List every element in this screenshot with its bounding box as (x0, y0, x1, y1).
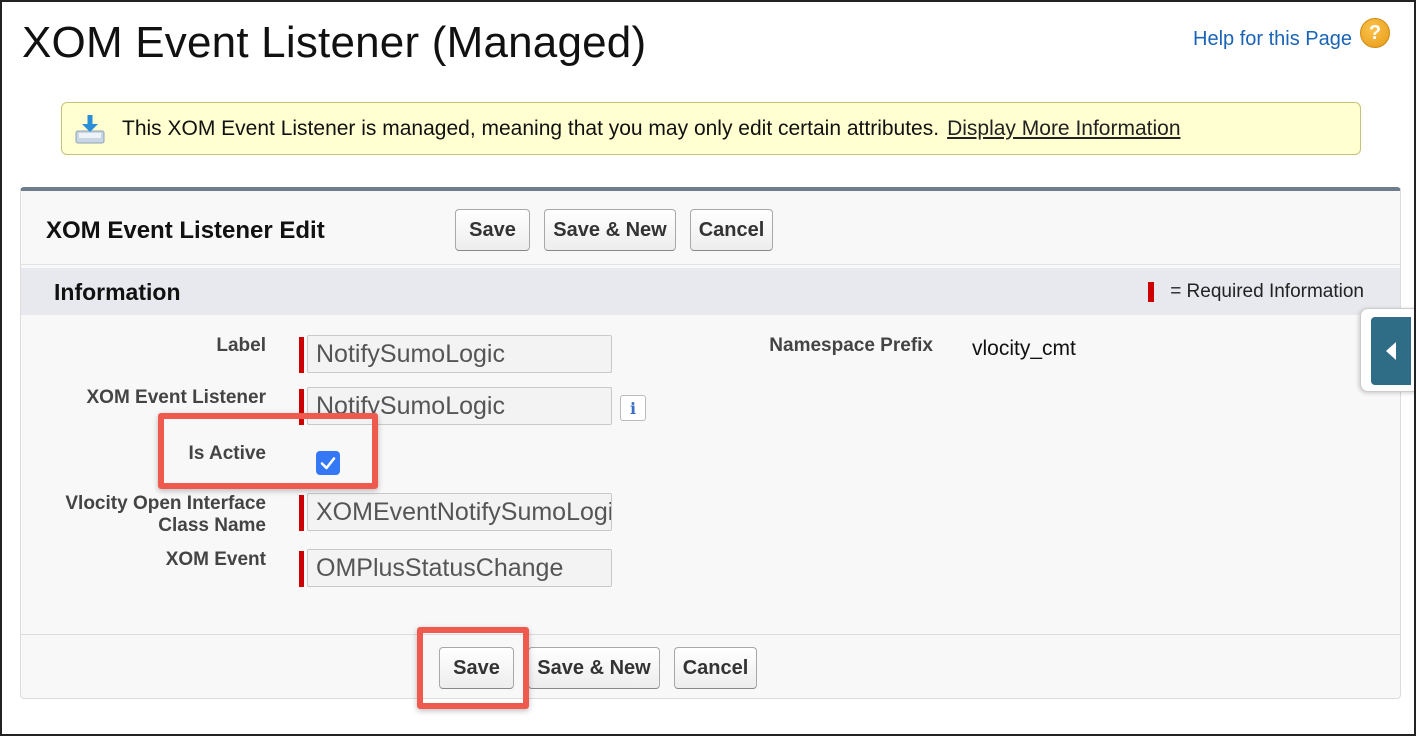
managed-info-banner: This XOM Event Listener is managed, mean… (61, 102, 1361, 155)
footer-divider (21, 634, 1400, 635)
save-new-button-bottom[interactable]: Save & New (528, 647, 660, 689)
panel-title: XOM Event Listener Edit (46, 217, 325, 244)
save-new-button-top[interactable]: Save & New (544, 209, 676, 251)
section-title: Information (54, 279, 181, 305)
information-section-header: Information = Required Information (21, 268, 1400, 315)
sidebar-toggle-tab[interactable] (1360, 308, 1416, 392)
required-marker (299, 551, 304, 587)
required-legend-text: = Required Information (1170, 281, 1364, 302)
required-marker (299, 495, 304, 531)
sidebar-collapse-icon (1371, 317, 1411, 385)
banner-text: This XOM Event Listener is managed, mean… (122, 116, 940, 140)
label-input[interactable]: NotifySumoLogic (307, 335, 612, 373)
help-link[interactable]: Help for this Page (1193, 28, 1352, 51)
panel-header: XOM Event Listener Edit Save Save & New … (21, 191, 1400, 265)
label-field-label: Label (216, 335, 266, 356)
class-name-input[interactable]: XOMEventNotifySumoLogic (307, 493, 612, 531)
cancel-button-bottom[interactable]: Cancel (674, 647, 757, 689)
class-name-label: Vlocity Open Interface Class Name (65, 493, 266, 536)
namespace-prefix-label: Namespace Prefix (769, 335, 933, 356)
namespace-prefix-value: vlocity_cmt (972, 337, 1076, 360)
name-field-label: XOM Event Listener Name (86, 387, 267, 411)
page-title: XOM Event Listener (Managed) (22, 18, 647, 67)
download-tray-icon (74, 113, 106, 145)
display-more-info-link[interactable]: Display More Information (947, 117, 1180, 141)
required-marker (299, 337, 304, 373)
required-bar-icon (1148, 282, 1155, 302)
xom-event-label: XOM Event (165, 549, 266, 570)
save-highlight (417, 627, 529, 709)
required-legend: = Required Information (1148, 281, 1364, 303)
cancel-button-top[interactable]: Cancel (690, 209, 773, 251)
xom-event-input[interactable]: OMPlusStatusChange (307, 549, 612, 587)
help-icon[interactable]: ? (1360, 18, 1390, 48)
info-icon[interactable]: i (620, 395, 646, 421)
is-active-highlight (158, 413, 378, 489)
save-button-top[interactable]: Save (455, 209, 530, 251)
